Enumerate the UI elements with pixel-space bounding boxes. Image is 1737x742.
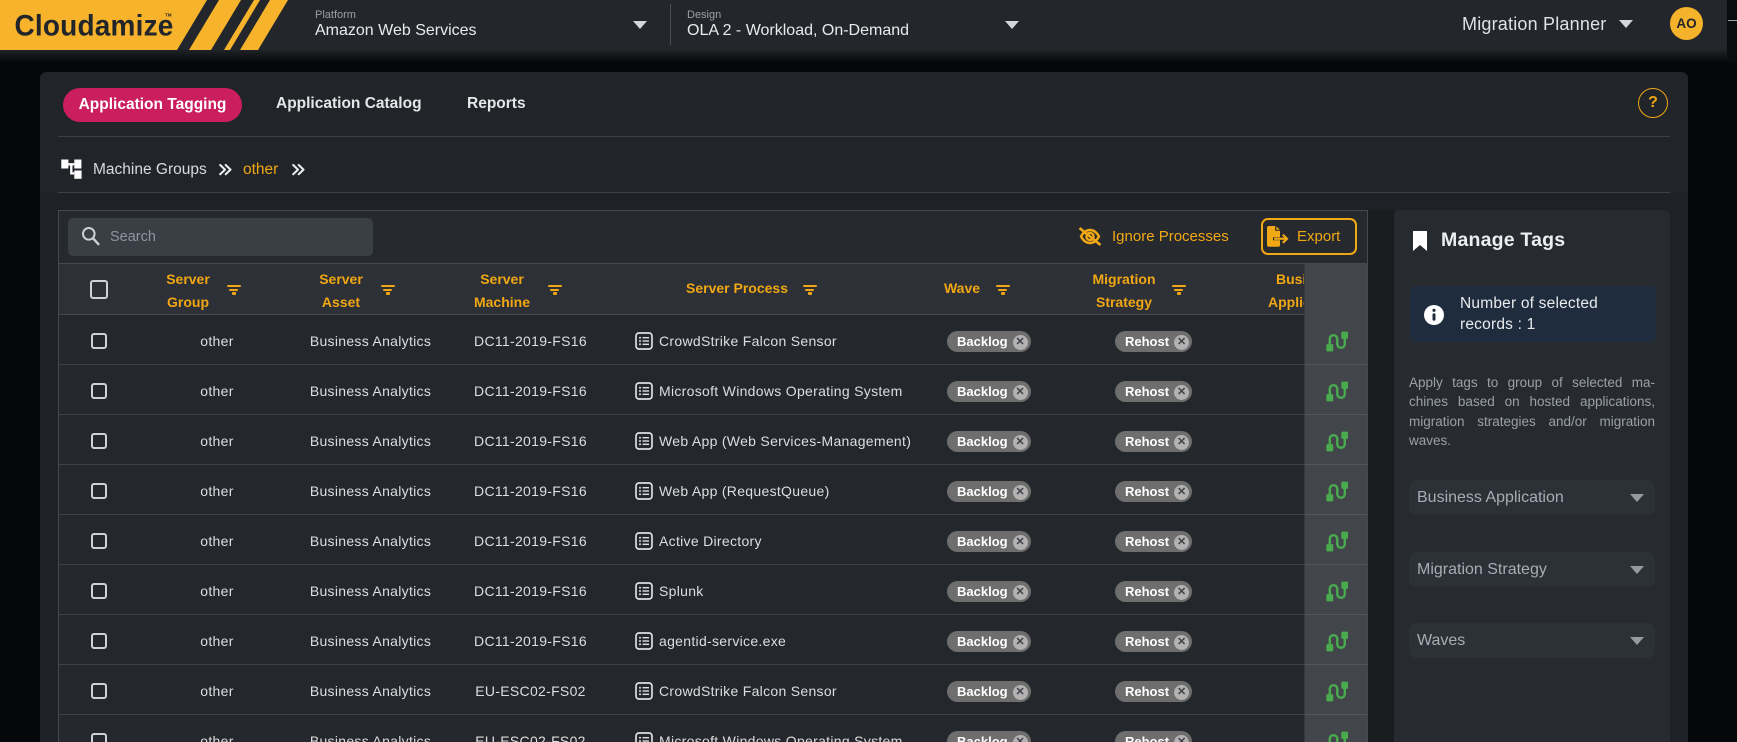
- svg-text:Cloudamize: Cloudamize: [15, 10, 174, 43]
- svg-text:TM: TM: [165, 13, 172, 18]
